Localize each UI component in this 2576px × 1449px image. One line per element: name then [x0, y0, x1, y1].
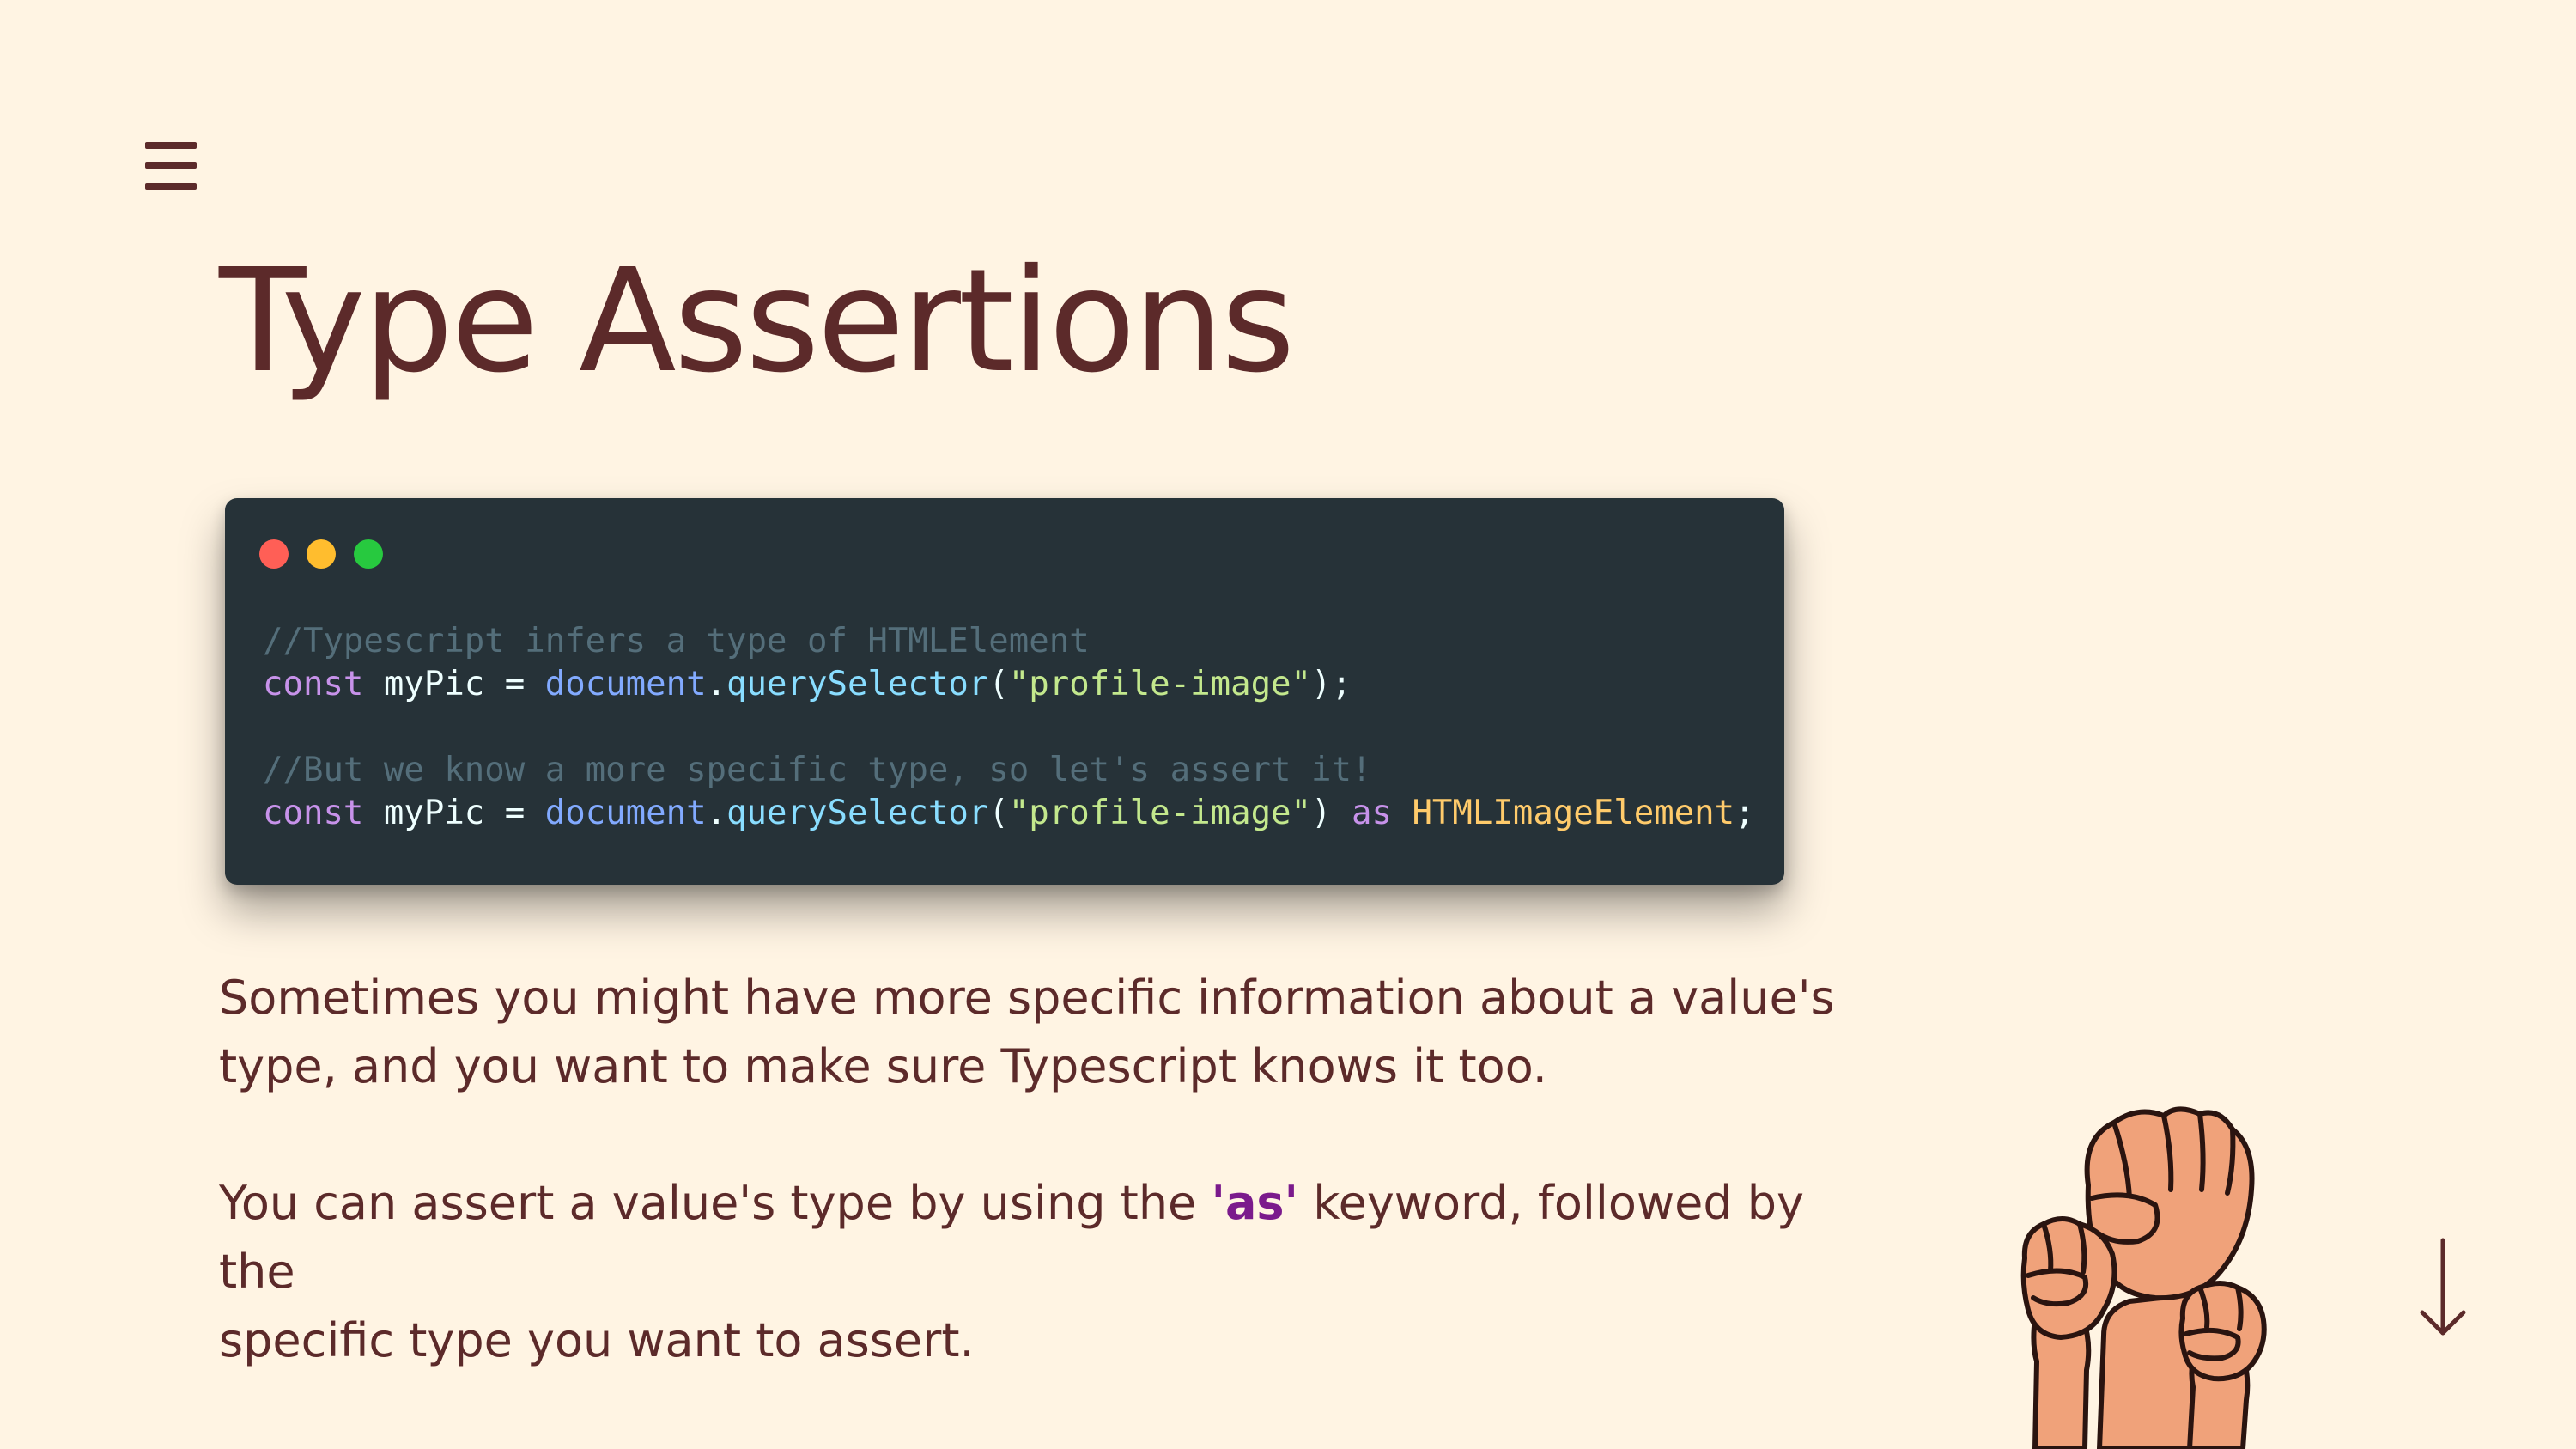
code-token-object: document: [544, 794, 707, 832]
code-token-punct: );: [1311, 665, 1352, 703]
code-token-punct: =: [504, 665, 526, 703]
code-token-keyword: const: [263, 794, 364, 832]
code-token-object: document: [544, 665, 707, 703]
code-line: const myPic = document.querySelector("pr…: [263, 792, 1755, 835]
code-token-punct: ;: [1735, 794, 1755, 832]
code-token-string: "profile-image": [1008, 665, 1312, 703]
hamburger-menu-icon[interactable]: [140, 133, 202, 198]
code-token-punct: .: [706, 794, 727, 832]
code-token-type: HTMLImageElement: [1412, 794, 1735, 832]
code-token-string: "profile-image": [1008, 794, 1312, 832]
code-line: //But we know a more specific type, so l…: [263, 749, 1755, 792]
code-token-method: querySelector: [726, 794, 989, 832]
code-token-comment: //But we know a more specific type, so l…: [263, 751, 1372, 789]
code-token-punct: [525, 794, 544, 832]
as-keyword-highlight: 'as': [1211, 1176, 1299, 1230]
code-block: //Typescript infers a type of HTMLElemen…: [263, 620, 1755, 835]
paragraph-assertion-text-before: You can assert a value's type by using t…: [219, 1176, 1212, 1230]
code-token-punct: =: [504, 794, 526, 832]
code-token-punct: (: [988, 665, 1009, 703]
minimize-dot: [307, 539, 336, 569]
code-token-comment: //Typescript infers a type of HTMLElemen…: [263, 622, 1090, 661]
code-token-punct: ): [1311, 794, 1352, 832]
paragraph-assertion: You can assert a value's type by using t…: [219, 1169, 1850, 1375]
code-token-punct: (: [988, 794, 1009, 832]
code-token-keyword: const: [263, 665, 364, 703]
paragraph-intro-line-2: type, and you want to make sure Typescri…: [219, 1039, 1547, 1093]
raised-fists-illustration: [2020, 1106, 2267, 1449]
code-token-punct: .: [706, 665, 727, 703]
paragraph-intro-line-1: Sometimes you might have more specific i…: [219, 971, 1835, 1025]
close-dot: [259, 539, 289, 569]
paragraph-intro: Sometimes you might have more specific i…: [219, 964, 1850, 1101]
code-line: const myPic = document.querySelector("pr…: [263, 663, 1755, 706]
code-token-ident: myPic: [363, 794, 505, 832]
code-token-punct: [1392, 794, 1412, 832]
paragraph-assertion-line-2: specific type you want to assert.: [219, 1313, 975, 1367]
code-window: //Typescript infers a type of HTMLElemen…: [225, 498, 1784, 885]
code-token-method: querySelector: [726, 665, 989, 703]
code-token-keyword: as: [1351, 794, 1392, 832]
slide-title: Type Assertions: [219, 239, 1295, 405]
code-token-ident: myPic: [363, 665, 505, 703]
code-token-punct: [525, 665, 544, 703]
maximize-dot: [354, 539, 383, 569]
arrow-down-icon[interactable]: [2417, 1237, 2469, 1340]
code-line: //Typescript infers a type of HTMLElemen…: [263, 620, 1755, 663]
